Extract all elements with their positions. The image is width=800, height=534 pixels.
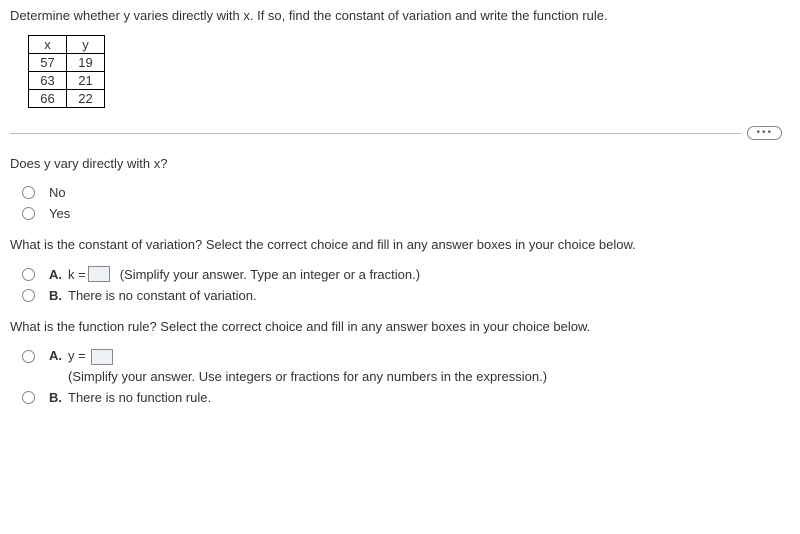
table-row: 57 19 (29, 54, 105, 72)
radio-icon[interactable] (22, 350, 35, 363)
radio-icon[interactable] (22, 391, 35, 404)
question-prompt: Determine whether y varies directly with… (10, 8, 800, 23)
option-letter: A. (49, 348, 62, 363)
table-cell: 19 (67, 54, 105, 72)
table-header-x: x (29, 36, 67, 54)
option-letter: B. (49, 288, 62, 303)
q2-radio-group: A. k = (Simplify your answer. Type an in… (22, 266, 800, 303)
table-cell: 63 (29, 72, 67, 90)
more-button[interactable]: ••• (747, 126, 782, 140)
y-input[interactable] (91, 349, 113, 365)
q3-option-b[interactable]: B. There is no function rule. (22, 390, 800, 405)
option-text: There is no constant of variation. (68, 288, 257, 303)
radio-icon[interactable] (22, 268, 35, 281)
option-text: There is no function rule. (68, 390, 211, 405)
k-input[interactable] (88, 266, 110, 282)
table-row: 66 22 (29, 90, 105, 108)
table-cell: 22 (67, 90, 105, 108)
table-cell: 57 (29, 54, 67, 72)
option-letter: A. (49, 267, 62, 282)
section-divider: ••• (10, 126, 800, 140)
option-letter: B. (49, 390, 62, 405)
radio-label: Yes (49, 206, 70, 221)
q2-option-b[interactable]: B. There is no constant of variation. (22, 288, 800, 303)
table-row: x y (29, 36, 105, 54)
q1-option-no[interactable]: No (22, 185, 800, 200)
q2-prompt: What is the constant of variation? Selec… (10, 237, 800, 252)
table-row: 63 21 (29, 72, 105, 90)
k-equals-label: k = (68, 267, 86, 282)
hint-text: (Simplify your answer. Type an integer o… (120, 267, 420, 282)
radio-icon[interactable] (22, 207, 35, 220)
hint-text: (Simplify your answer. Use integers or f… (68, 369, 547, 384)
q1-radio-group: No Yes (22, 185, 800, 221)
table-header-y: y (67, 36, 105, 54)
y-equals-label: y = (68, 348, 86, 363)
q3-prompt: What is the function rule? Select the co… (10, 319, 800, 334)
radio-icon[interactable] (22, 186, 35, 199)
divider-line (10, 133, 741, 134)
q2-option-a[interactable]: A. k = (Simplify your answer. Type an in… (22, 266, 800, 282)
q3-radio-group: A. y = (Simplify your answer. Use intege… (22, 348, 800, 405)
radio-icon[interactable] (22, 289, 35, 302)
table-cell: 66 (29, 90, 67, 108)
q1-option-yes[interactable]: Yes (22, 206, 800, 221)
table-cell: 21 (67, 72, 105, 90)
q3-option-a[interactable]: A. y = (Simplify your answer. Use intege… (22, 348, 800, 384)
radio-label: No (49, 185, 66, 200)
q1-prompt: Does y vary directly with x? (10, 156, 800, 171)
data-table: x y 57 19 63 21 66 22 (28, 35, 105, 108)
